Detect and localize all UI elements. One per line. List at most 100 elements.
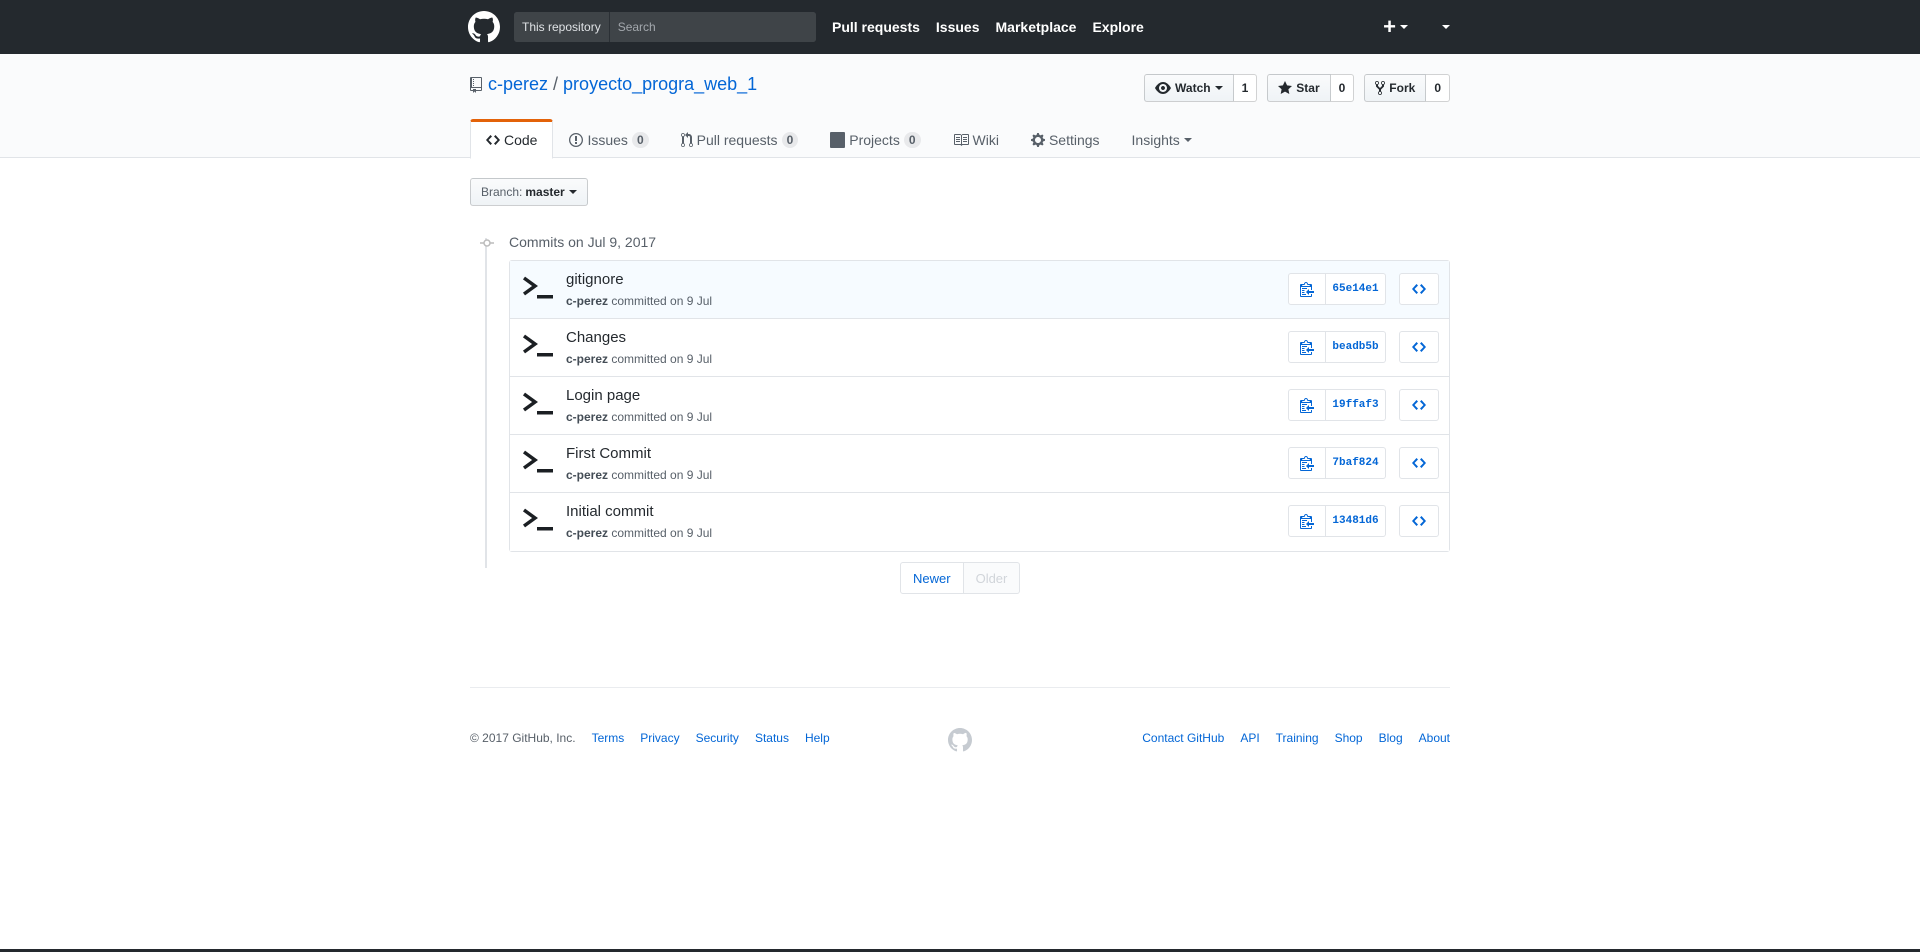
commits-listing: Commits on Jul 9, 2017 gitignore c-perez… xyxy=(470,230,1450,568)
tab-projects-label: Projects xyxy=(849,132,900,148)
commit-author-link[interactable]: c-perez xyxy=(566,410,608,424)
footer-link-api[interactable]: API xyxy=(1240,731,1259,745)
fork-group: Fork 0 xyxy=(1364,74,1450,102)
commit-meta: c-perez committed on 9 Jul xyxy=(566,410,712,424)
tab-projects[interactable]: Projects 0 xyxy=(814,119,936,159)
branch-label: Branch: xyxy=(481,185,523,199)
fork-count[interactable]: 0 xyxy=(1426,74,1450,102)
commit-group-date: Commits on Jul 9, 2017 xyxy=(509,234,657,250)
fork-button[interactable]: Fork xyxy=(1364,74,1427,102)
star-count[interactable]: 0 xyxy=(1330,74,1355,102)
user-menu-button[interactable] xyxy=(1430,17,1450,37)
footer-link-about[interactable]: About xyxy=(1419,731,1450,745)
commit-title-link[interactable]: Initial commit xyxy=(566,503,654,520)
commit-sha-link[interactable]: 19ffaf3 xyxy=(1326,389,1386,421)
terminal-icon xyxy=(522,334,553,357)
tab-wiki[interactable]: Wiki xyxy=(937,119,1015,159)
sha-group: beadb5b xyxy=(1288,331,1386,363)
code-icon xyxy=(1412,458,1426,468)
commit-date-text: committed on 9 Jul xyxy=(608,294,713,308)
tab-issues[interactable]: Issues 0 xyxy=(553,119,664,159)
tab-code[interactable]: Code xyxy=(470,119,554,159)
chevron-down-icon xyxy=(568,190,577,194)
tab-code-label: Code xyxy=(504,132,538,148)
gear-icon xyxy=(1030,133,1045,147)
tab-pull-requests-label: Pull requests xyxy=(696,132,778,148)
tab-pull-requests[interactable]: Pull requests 0 xyxy=(665,119,815,159)
browse-files-button[interactable] xyxy=(1399,389,1439,421)
code-icon xyxy=(1412,284,1426,294)
commit-title-link[interactable]: First Commit xyxy=(566,445,651,462)
footer-link-blog[interactable]: Blog xyxy=(1379,731,1403,745)
repo-actions: Watch 1 Star 0 Fork 0 xyxy=(1134,74,1450,102)
terminal-icon xyxy=(522,450,553,473)
browse-files-button[interactable] xyxy=(1399,331,1439,363)
commit-links: 13481d6 xyxy=(1288,505,1439,537)
commit-title-link[interactable]: Changes xyxy=(566,329,626,346)
commit-author-link[interactable]: c-perez xyxy=(566,468,608,482)
branch-select-button[interactable]: Branch: master xyxy=(470,178,588,206)
search-input[interactable] xyxy=(609,12,816,42)
copy-sha-button[interactable] xyxy=(1288,273,1326,305)
browse-files-button[interactable] xyxy=(1399,505,1439,537)
commit-date-text: committed on 9 Jul xyxy=(608,526,713,540)
tab-insights[interactable]: Insights xyxy=(1116,119,1208,159)
footer-link-shop[interactable]: Shop xyxy=(1335,731,1363,745)
pulls-counter: 0 xyxy=(781,132,799,148)
footer-link-contact[interactable]: Contact GitHub xyxy=(1142,731,1224,745)
watch-group: Watch 1 xyxy=(1144,74,1258,102)
commit-sha-link[interactable]: 65e14e1 xyxy=(1326,273,1386,305)
watch-button[interactable]: Watch xyxy=(1144,74,1234,102)
header-nav-explore[interactable]: Explore xyxy=(1092,19,1143,35)
header-nav-issues[interactable]: Issues xyxy=(936,19,980,35)
footer-link-security[interactable]: Security xyxy=(696,731,739,745)
footer-link-help[interactable]: Help xyxy=(805,731,830,745)
repo-icon xyxy=(470,76,482,93)
header-nav-pull-requests[interactable]: Pull requests xyxy=(832,19,920,35)
search-scope-label[interactable]: This repository xyxy=(514,12,610,42)
copy-sha-button[interactable] xyxy=(1288,505,1326,537)
tab-insights-label: Insights xyxy=(1131,132,1180,148)
copy-sha-button[interactable] xyxy=(1288,389,1326,421)
pagination: Newer Older xyxy=(900,562,1021,594)
footer-link-terms[interactable]: Terms xyxy=(592,731,625,745)
clipboard-icon xyxy=(1300,514,1314,529)
commit-title-link[interactable]: gitignore xyxy=(566,271,624,288)
commit-author-link[interactable]: c-perez xyxy=(566,526,608,540)
github-logo-icon[interactable] xyxy=(468,11,500,43)
chevron-down-icon xyxy=(1214,86,1223,90)
book-icon xyxy=(953,134,969,146)
commit-row: Login page c-perez committed on 9 Jul 19… xyxy=(510,377,1449,435)
commit-sha-link[interactable]: 13481d6 xyxy=(1326,505,1386,537)
commit-sha-link[interactable]: beadb5b xyxy=(1326,331,1386,363)
github-mark-icon[interactable] xyxy=(948,728,972,755)
browse-files-button[interactable] xyxy=(1399,273,1439,305)
issues-counter: 0 xyxy=(631,132,649,148)
footer-link-privacy[interactable]: Privacy xyxy=(640,731,679,745)
commit-title-link[interactable]: Login page xyxy=(566,387,640,404)
footer-link-training[interactable]: Training xyxy=(1276,731,1319,745)
repo-name-link[interactable]: proyecto_progra_web_1 xyxy=(563,74,757,95)
star-icon xyxy=(1278,81,1293,94)
copy-sha-button[interactable] xyxy=(1288,447,1326,479)
copy-sha-button[interactable] xyxy=(1288,331,1326,363)
copyright-text: © 2017 GitHub, Inc. xyxy=(470,731,576,745)
watch-count[interactable]: 1 xyxy=(1233,74,1258,102)
commit-meta: c-perez committed on 9 Jul xyxy=(566,294,712,308)
commit-sha-link[interactable]: 7baf824 xyxy=(1326,447,1386,479)
repo-owner-link[interactable]: c-perez xyxy=(488,74,548,95)
commit-meta: c-perez committed on 9 Jul xyxy=(566,526,712,540)
commit-author-link[interactable]: c-perez xyxy=(566,352,608,366)
commit-author-link[interactable]: c-perez xyxy=(566,294,608,308)
star-button[interactable]: Star xyxy=(1267,74,1331,102)
create-new-button[interactable]: + xyxy=(1383,14,1408,40)
header-nav-marketplace[interactable]: Marketplace xyxy=(996,19,1077,35)
repo-header: c-perez / proyecto_progra_web_1 Watch 1 … xyxy=(0,54,1920,159)
browse-files-button[interactable] xyxy=(1399,447,1439,479)
tab-settings-label: Settings xyxy=(1048,132,1100,148)
newer-button[interactable]: Newer xyxy=(900,562,964,594)
tab-settings[interactable]: Settings xyxy=(1015,119,1116,159)
footer-link-status[interactable]: Status xyxy=(755,731,789,745)
projects-counter: 0 xyxy=(903,132,921,148)
older-button: Older xyxy=(963,562,1021,594)
